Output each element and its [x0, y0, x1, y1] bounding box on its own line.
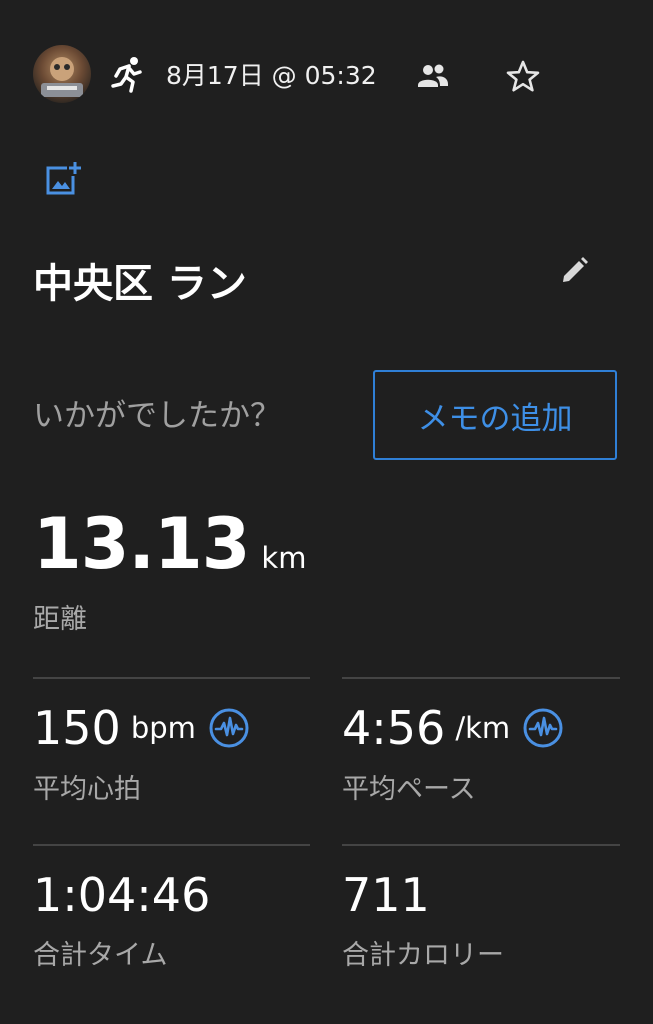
star-icon[interactable] — [502, 56, 544, 98]
activity-chart-icon[interactable] — [208, 707, 250, 749]
stat-avg-heart-rate: 150 bpm — [33, 699, 250, 757]
stat-label: 平均ペース — [342, 774, 476, 805]
stat-number: 711 — [342, 868, 430, 922]
stat-total-time: 1:04:46 — [33, 866, 210, 924]
stat-label: 平均心拍 — [33, 774, 141, 805]
people-icon[interactable] — [416, 61, 450, 91]
running-icon — [107, 55, 147, 95]
pencil-icon[interactable] — [557, 254, 591, 288]
stat-label: 合計タイム — [33, 940, 168, 971]
avatar-image — [41, 57, 83, 97]
divider — [33, 677, 310, 679]
activity-title: 中央区 ラン — [33, 261, 247, 307]
activity-date-time: 8月17日 @ 05:32 — [166, 61, 377, 90]
activity-chart-icon[interactable] — [522, 707, 564, 749]
stat-number: 150 — [33, 701, 121, 755]
distance-number: 13.13 — [33, 503, 250, 585]
stat-label: 合計カロリー — [342, 940, 504, 971]
stat-avg-pace: 4:56 /km — [342, 699, 564, 757]
divider — [342, 677, 620, 679]
distance-unit: km — [261, 541, 307, 575]
divider — [342, 844, 620, 846]
stat-number: 1:04:46 — [33, 868, 211, 922]
distance-label: 距離 — [33, 604, 87, 635]
stat-unit: /km — [455, 711, 511, 745]
add-photo-icon[interactable] — [43, 160, 83, 200]
divider — [33, 844, 310, 846]
avatar[interactable] — [33, 45, 91, 103]
add-memo-button[interactable]: メモの追加 — [373, 370, 617, 460]
distance-value: 13.13 km — [33, 502, 306, 586]
feeling-question: いかがでしたか？ — [33, 398, 281, 434]
stat-number: 4:56 — [342, 701, 446, 755]
stat-unit: bpm — [130, 711, 196, 745]
stat-total-calories: 711 — [342, 866, 430, 924]
